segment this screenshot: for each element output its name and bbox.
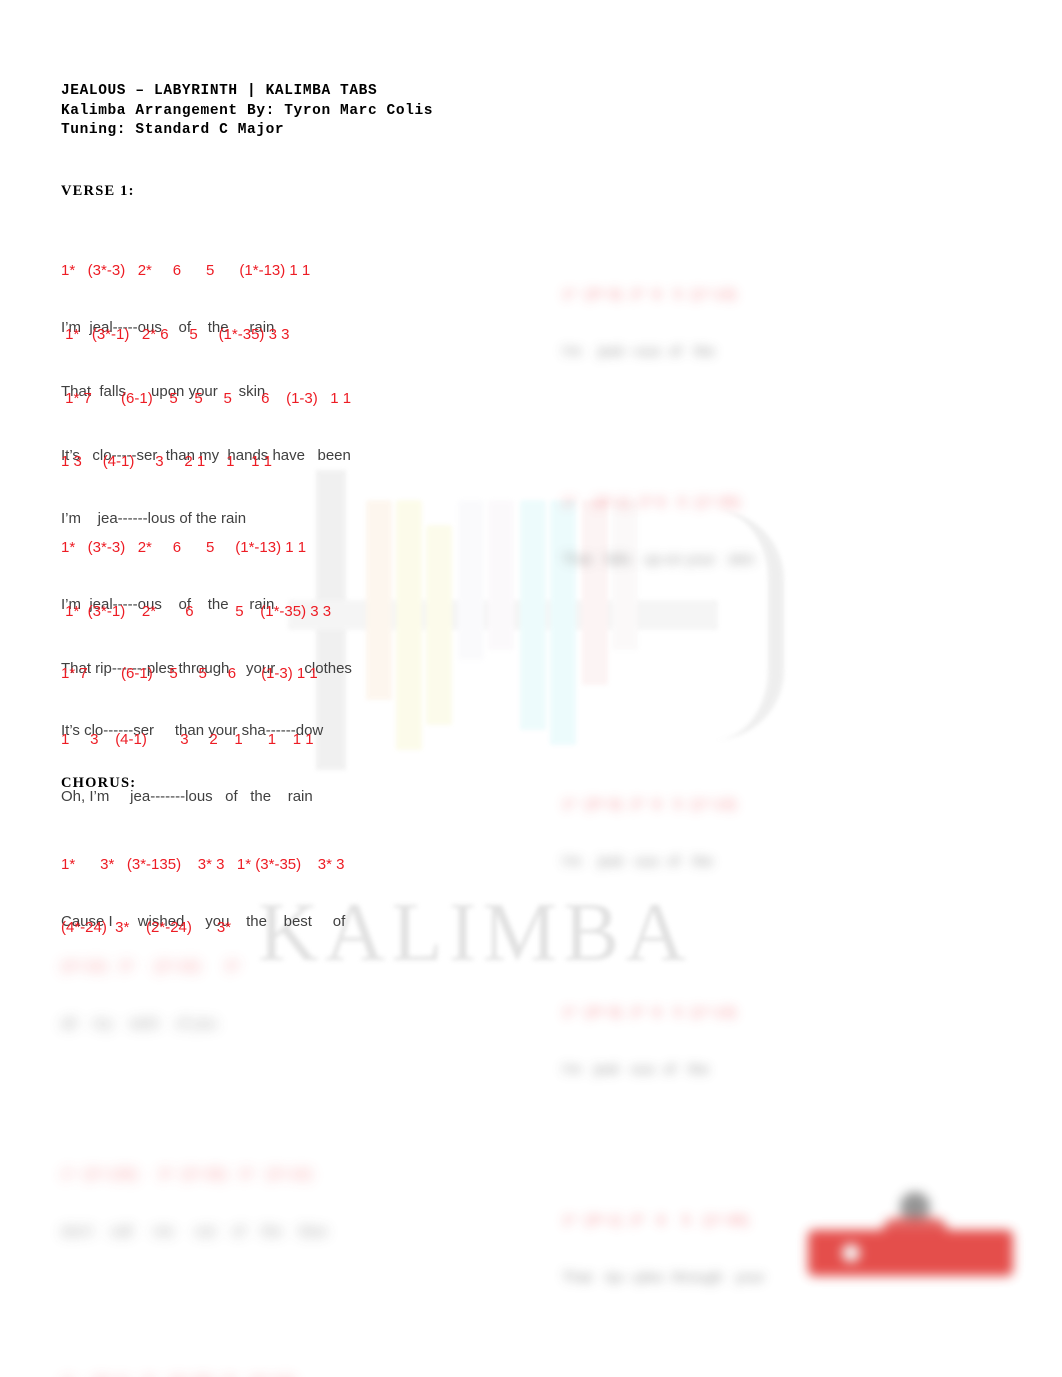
verse-1-heading: VERSE 1: — [61, 183, 135, 199]
document-content: JEALOUS – LABYRINTH | KALIMBA TABS Kalim… — [0, 0, 1062, 1377]
tab-line: (4*-24) 3* (2*-24) 3* — [61, 919, 232, 936]
doc-title-line-2: Kalimba Arrangement By: Tyron Marc Colis — [61, 102, 434, 119]
doc-title-line-3: Tuning: Standard C Major — [61, 122, 285, 138]
chorus-heading: CHORUS: — [61, 775, 137, 791]
tab-line: 1* (3*-3) 2* 6 5 (1*-13) 1 1 — [61, 539, 307, 556]
tab-block: (4*-24) 3* (2*-24) 3* — [61, 881, 231, 974]
tab-line: 1 3 (4-1) 3 2 1 1 1 1 — [61, 453, 272, 470]
tab-line: 1* 7 (6-1) 5 5 5 6 (1-3) 1 1 — [61, 390, 352, 407]
tab-line: 1* (3*-3) 2* 6 5 (1*-13) 1 1 — [61, 262, 311, 279]
doc-title-line-1: JEALOUS – LABYRINTH | KALIMBA TABS — [61, 83, 378, 99]
tab-line: 1* (3*-1) 2* 6 5 (1*-35) 3 3 — [61, 326, 290, 343]
tab-line: 1 3 (4-1) 3 2 1 1 1 1 — [61, 731, 314, 748]
document-header: JEALOUS – LABYRINTH | KALIMBA TABS Kalim… — [61, 82, 433, 141]
document-page: KALIMBA 1* (3*-3) 2* 6 5 (1*-13) I'm jea… — [0, 0, 1062, 1377]
tab-line: 1* (3*-1) 2* 6 5 (1*-35) 3 3 — [61, 603, 332, 620]
tab-line: 1* 3* (3*-135) 3* 3 1* (3*-35) 3* 3 — [61, 856, 345, 873]
tab-line: 1* 7 (6-1) 5 5 6 (1-3) 1 1 — [61, 665, 318, 682]
